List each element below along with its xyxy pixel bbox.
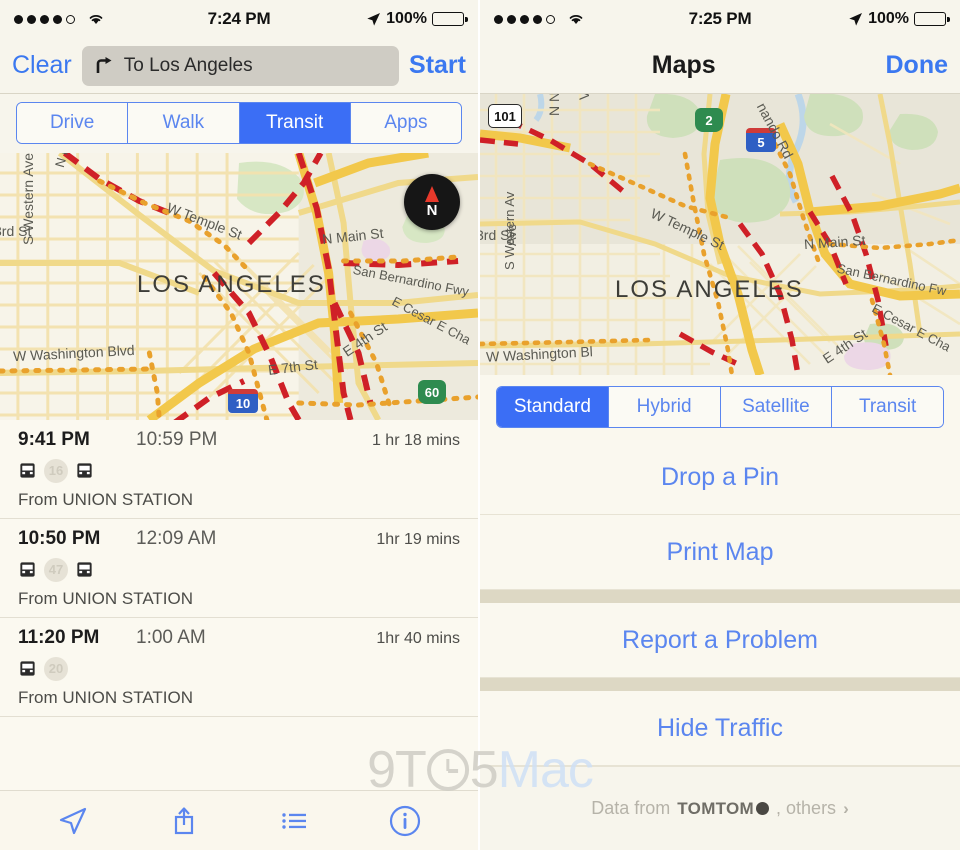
highway-shield-5: 5 xyxy=(746,128,776,152)
table-row[interactable]: 10:50 PM 12:09 AM 1hr 19 mins 47 From UN… xyxy=(0,519,478,618)
route-duration: 1hr 40 mins xyxy=(376,630,460,647)
route-arrive-time: 12:09 AM xyxy=(136,528,217,549)
compass-icon[interactable]: N xyxy=(404,174,460,230)
map-city-label: LOS ANGELES xyxy=(137,271,326,298)
table-row[interactable]: 9:41 PM 10:59 PM 1 hr 18 mins 16 From UN… xyxy=(0,420,478,519)
route-duration: 1 hr 18 mins xyxy=(371,432,460,449)
done-button[interactable]: Done xyxy=(886,51,949,80)
map-type-segmented-control[interactable]: Standard Hybrid Satellite Transit xyxy=(496,386,944,428)
action-group-primary: Drop a Pin Print Map xyxy=(480,440,960,590)
travel-mode-segmented-wrap: Drive Walk Transit Apps xyxy=(0,94,478,153)
map-canvas-right[interactable]: 101 2 5 N Normandie Ave Vermont Ave nand… xyxy=(480,94,960,375)
destination-value: To Los Angeles xyxy=(123,54,253,76)
status-bar-right: 7:25 PM 100% xyxy=(480,0,960,38)
action-group-secondary: Report a Problem xyxy=(480,603,960,678)
print-map-button[interactable]: Print Map xyxy=(480,515,960,590)
tomtom-logo: TOMTOM xyxy=(677,798,770,819)
report-a-problem-button[interactable]: Report a Problem xyxy=(480,603,960,678)
route-origin-label: From UNION STATION xyxy=(18,688,194,707)
nav-bar-left: Clear To Los Angeles Start xyxy=(0,38,478,94)
destination-search-field[interactable]: To Los Angeles xyxy=(81,45,400,86)
route-times: 10:50 PM 12:09 AM 1hr 19 mins xyxy=(0,528,478,550)
action-group-divider xyxy=(480,590,960,603)
travel-mode-segmented-control[interactable]: Drive Walk Transit Apps xyxy=(16,102,462,144)
tab-apps[interactable]: Apps xyxy=(350,103,461,143)
share-icon[interactable] xyxy=(167,804,201,838)
turn-right-icon xyxy=(96,56,112,73)
tab-satellite[interactable]: Satellite xyxy=(720,387,833,427)
route-duration: 1hr 19 mins xyxy=(376,531,460,548)
status-clock: 7:25 PM xyxy=(688,9,752,28)
clear-button[interactable]: Clear xyxy=(12,51,72,80)
route-depart-time: 9:41 PM xyxy=(18,429,90,450)
bus-icon xyxy=(77,562,92,577)
transit-line-badge: 20 xyxy=(44,656,68,681)
map-city-label: LOS ANGELES xyxy=(615,276,804,303)
attribution-suffix: , others xyxy=(776,798,837,818)
data-attribution[interactable]: Data from TOMTOM , others › xyxy=(480,766,960,850)
compass-north-label: N xyxy=(426,202,438,219)
compass-needle xyxy=(425,186,439,202)
route-origin-label: From UNION STATION xyxy=(18,490,194,509)
hide-traffic-button[interactable]: Hide Traffic xyxy=(480,691,960,766)
map-type-segmented-wrap: Standard Hybrid Satellite Transit xyxy=(480,375,960,440)
info-icon[interactable] xyxy=(388,804,422,838)
route-leg-icons: 20 xyxy=(0,649,478,681)
nav-bar-right: Maps Done xyxy=(480,38,960,94)
tab-hybrid[interactable]: Hybrid xyxy=(608,387,721,427)
bus-icon xyxy=(77,463,92,478)
route-times: 11:20 PM 1:00 AM 1hr 40 mins xyxy=(0,627,478,649)
map-options-action-sheet: Drop a Pin Print Map Report a Problem Hi… xyxy=(480,440,960,850)
page-title: Maps xyxy=(651,51,716,79)
action-group-traffic: Hide Traffic xyxy=(480,691,960,766)
tomtom-wordmark: TOMTOM xyxy=(677,798,755,818)
drop-a-pin-button[interactable]: Drop a Pin xyxy=(480,440,960,515)
right-screen-map-options: 7:25 PM 100% Maps Done 101 2 5 nando Rd … xyxy=(480,0,960,850)
action-group-divider xyxy=(480,678,960,691)
route-arrive-time: 10:59 PM xyxy=(136,429,218,450)
battery-icon xyxy=(914,12,950,26)
transit-line-badge: 47 xyxy=(44,557,68,582)
tab-transit[interactable]: Transit xyxy=(239,103,351,143)
route-leg-icons: 16 xyxy=(0,451,478,483)
locate-icon[interactable] xyxy=(56,804,90,838)
tab-walk[interactable]: Walk xyxy=(128,103,240,143)
bottom-toolbar xyxy=(0,790,478,850)
transit-route-list[interactable]: 9:41 PM 10:59 PM 1 hr 18 mins 16 From UN… xyxy=(0,420,478,790)
route-leg-icons: 47 xyxy=(0,550,478,582)
bus-icon xyxy=(20,463,35,478)
tab-transit[interactable]: Transit xyxy=(832,387,943,427)
route-depart-time: 10:50 PM xyxy=(18,528,101,549)
tab-drive[interactable]: Drive xyxy=(17,103,129,143)
highway-shield-101: 101 xyxy=(488,104,522,128)
route-times: 9:41 PM 10:59 PM 1 hr 18 mins xyxy=(0,429,478,451)
start-button[interactable]: Start xyxy=(409,51,466,80)
map-vector-art xyxy=(480,94,960,375)
left-screen-transit-directions: 7:24 PM 100% Clear To Los Angeles Start … xyxy=(0,0,480,850)
chevron-right-icon: › xyxy=(843,798,849,818)
battery-icon xyxy=(432,12,468,26)
globe-icon xyxy=(756,802,770,815)
dual-screenshot: 7:24 PM 100% Clear To Los Angeles Start … xyxy=(0,0,960,850)
bus-icon xyxy=(20,661,35,676)
tab-standard[interactable]: Standard xyxy=(497,387,609,427)
status-bar-left: 7:24 PM 100% xyxy=(0,0,478,38)
highway-shield-60: 60 xyxy=(418,380,446,404)
attribution-prefix: Data from xyxy=(591,798,671,818)
route-arrive-time: 1:00 AM xyxy=(136,627,206,648)
table-row[interactable]: 11:20 PM 1:00 AM 1hr 40 mins 20 From UNI… xyxy=(0,618,478,717)
map-canvas-left[interactable]: 3rd St S Western Ave N Norm W Temple St … xyxy=(0,153,478,420)
list-icon[interactable] xyxy=(277,804,311,838)
highway-shield-10: 10 xyxy=(228,389,258,413)
transit-line-badge: 16 xyxy=(44,458,68,483)
bus-icon xyxy=(20,562,35,577)
highway-shield-2: 2 xyxy=(695,108,723,132)
route-origin-label: From UNION STATION xyxy=(18,589,194,608)
status-clock: 7:24 PM xyxy=(207,9,271,28)
route-depart-time: 11:20 PM xyxy=(18,627,100,648)
